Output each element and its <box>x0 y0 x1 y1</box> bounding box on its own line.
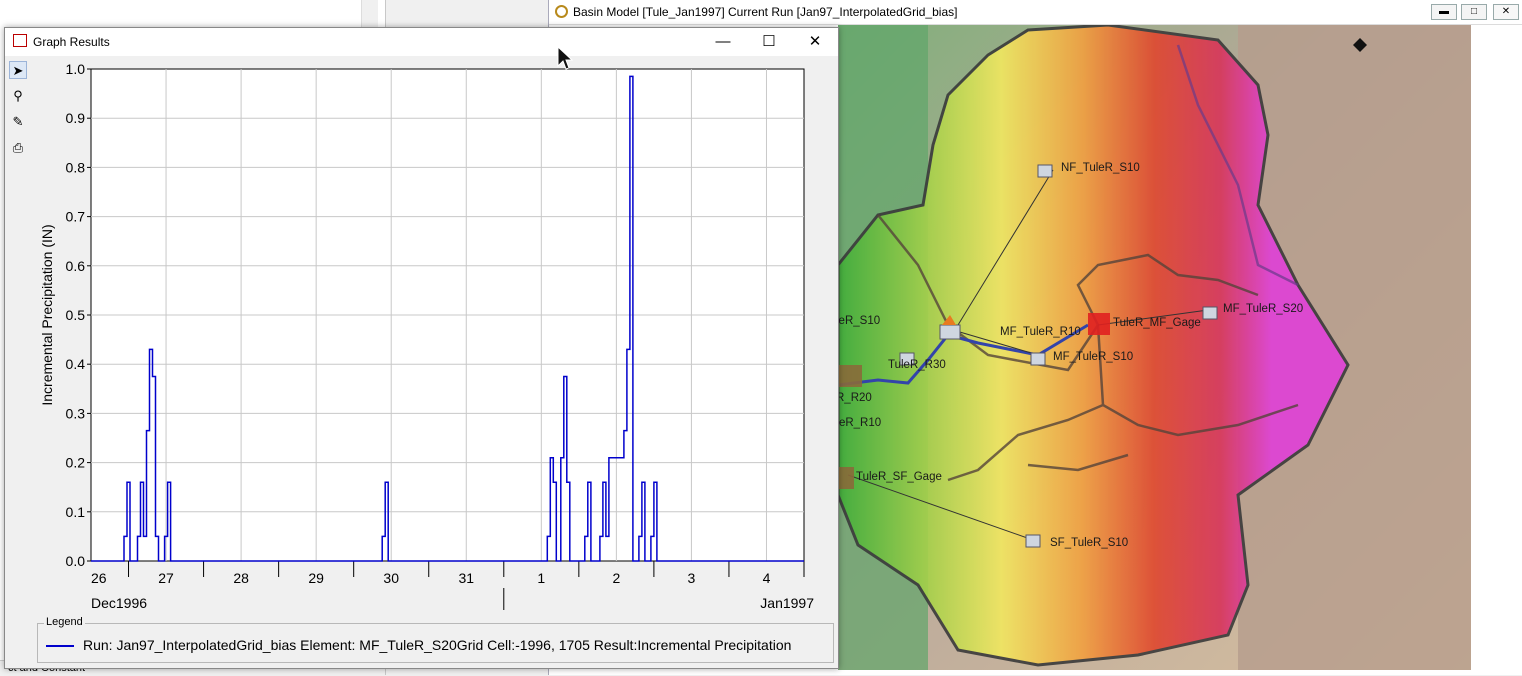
print-tool[interactable]: ⎙ <box>9 139 27 157</box>
y-tick-label: 1.0 <box>66 61 86 77</box>
y-tick-label: 0.6 <box>66 258 86 274</box>
gage-marker-sf[interactable] <box>838 467 854 489</box>
map-margin <box>1471 25 1522 675</box>
close-icon: ✕ <box>1501 6 1511 17</box>
basin-map[interactable]: NF_TuleR_S10 MF_TuleR_S20 TuleR_MF_Gage … <box>838 25 1471 670</box>
legend-box: Legend Run: Jan97_InterpolatedGrid_bias … <box>37 616 834 663</box>
graph-results-window: Graph Results — ☐ ✕ ➤ ⚲ ✎ ⎙ 0.0 0.1 0.2 0.3… <box>4 27 839 669</box>
minimize-button[interactable]: ▬ <box>1431 4 1457 20</box>
y-tick-label: 0.1 <box>66 504 86 520</box>
y-tick-label: 0.5 <box>66 307 86 323</box>
legend-swatch <box>46 645 74 647</box>
gage-marker-r20[interactable] <box>838 365 862 387</box>
graph-maximize-button[interactable]: ☐ <box>746 28 792 56</box>
y-tick-label: 0.4 <box>66 356 86 372</box>
zoom-icon: ⚲ <box>13 88 23 103</box>
graph-toolbar: ➤ ⚲ ✎ ⎙ <box>5 56 31 176</box>
x-tick-label: 28 <box>233 570 249 586</box>
map-label-sf-s10[interactable]: SF_TuleR_S10 <box>1050 537 1128 549</box>
print-icon: ⎙ <box>12 140 24 155</box>
x-axis: 26 27 28 29 30 31 1 2 3 4 <box>91 561 805 610</box>
y-tick-label: 0.9 <box>66 110 86 126</box>
graph-window-title: Graph Results <box>33 35 110 49</box>
map-label-mf-s20[interactable]: MF_TuleR_S20 <box>1223 303 1303 315</box>
legend-title: Legend <box>44 616 85 628</box>
gage-marker-mf[interactable] <box>1088 313 1110 335</box>
graph-title-bar[interactable]: Graph Results — ☐ ✕ <box>5 28 838 56</box>
period-label-right: Jan1997 <box>760 595 814 611</box>
minimize-icon: ▬ <box>1439 6 1449 17</box>
y-tick-label: 0.2 <box>66 455 86 471</box>
map-label-mf-r10[interactable]: MF_TuleR_R10 <box>1000 326 1081 338</box>
close-icon: ✕ <box>808 33 822 50</box>
map-label-s10[interactable]: leR_S10 <box>838 315 880 327</box>
close-button[interactable]: ✕ <box>1493 4 1519 20</box>
graph-close-button[interactable]: ✕ <box>792 28 838 56</box>
basin-map-canvas[interactable]: NF_TuleR_S10 MF_TuleR_S20 TuleR_MF_Gage … <box>838 25 1471 670</box>
map-label-r10[interactable]: uleR_R10 <box>838 417 881 429</box>
period-label-left: Dec1996 <box>91 595 147 611</box>
minimize-icon: — <box>715 33 731 50</box>
zoom-tool[interactable]: ⚲ <box>9 87 27 105</box>
properties-icon: ✎ <box>12 114 24 129</box>
precip-chart[interactable]: 0.0 0.1 0.2 0.3 0.4 0.5 0.6 0.7 0.8 0.9 1.0 26 27 28… <box>31 56 831 621</box>
x-tick-label: 31 <box>458 570 474 586</box>
map-label-r20[interactable]: R_R20 <box>838 392 872 404</box>
graph-minimize-button[interactable]: — <box>700 28 746 56</box>
y-axis-label: Incremental Precipitation (IN) <box>39 224 55 405</box>
maximize-icon: ☐ <box>762 33 776 50</box>
maximize-icon: □ <box>1470 6 1478 17</box>
x-tick-label: 27 <box>158 570 174 586</box>
basin-model-icon <box>555 5 568 18</box>
y-tick-label: 0.7 <box>66 209 86 225</box>
basin-window-title: Basin Model [Tule_Jan1997] Current Run [… <box>573 5 958 19</box>
x-tick-label: 29 <box>308 570 324 586</box>
map-label-sf-gage[interactable]: TuleR_SF_Gage <box>856 471 942 483</box>
pointer-icon: ➤ <box>12 63 24 78</box>
y-tick-label: 0.3 <box>66 405 86 421</box>
graph-window-icon <box>13 34 27 47</box>
y-tick-label: 0.8 <box>66 159 86 175</box>
legend-entry[interactable]: Run: Jan97_InterpolatedGrid_bias Element… <box>83 637 791 653</box>
y-axis: 0.0 0.1 0.2 0.3 0.4 0.5 0.6 0.7 0.8 0.9 1.0 <box>66 61 91 569</box>
map-label-nf-s10[interactable]: NF_TuleR_S10 <box>1061 162 1140 174</box>
map-label-r30[interactable]: TuleR_R30 <box>888 359 946 371</box>
y-tick-label: 0.0 <box>66 553 86 569</box>
x-tick-label: 1 <box>537 570 545 586</box>
map-label-mf-gage[interactable]: TuleR_MF_Gage <box>1113 317 1201 329</box>
x-tick-label: 26 <box>91 570 107 586</box>
x-tick-label: 4 <box>763 570 771 586</box>
maximize-button[interactable]: □ <box>1461 4 1487 20</box>
pointer-tool[interactable]: ➤ <box>9 61 27 79</box>
x-tick-label: 30 <box>383 570 399 586</box>
x-tick-label: 2 <box>612 570 620 586</box>
properties-tool[interactable]: ✎ <box>9 113 27 131</box>
mouse-cursor-icon <box>557 46 573 70</box>
map-label-mf-s10[interactable]: MF_TuleR_S10 <box>1053 351 1133 363</box>
x-tick-label: 3 <box>688 570 696 586</box>
background-scrollbar[interactable] <box>361 0 378 30</box>
basin-title-bar[interactable]: Basin Model [Tule_Jan1997] Current Run [… <box>549 0 1522 25</box>
